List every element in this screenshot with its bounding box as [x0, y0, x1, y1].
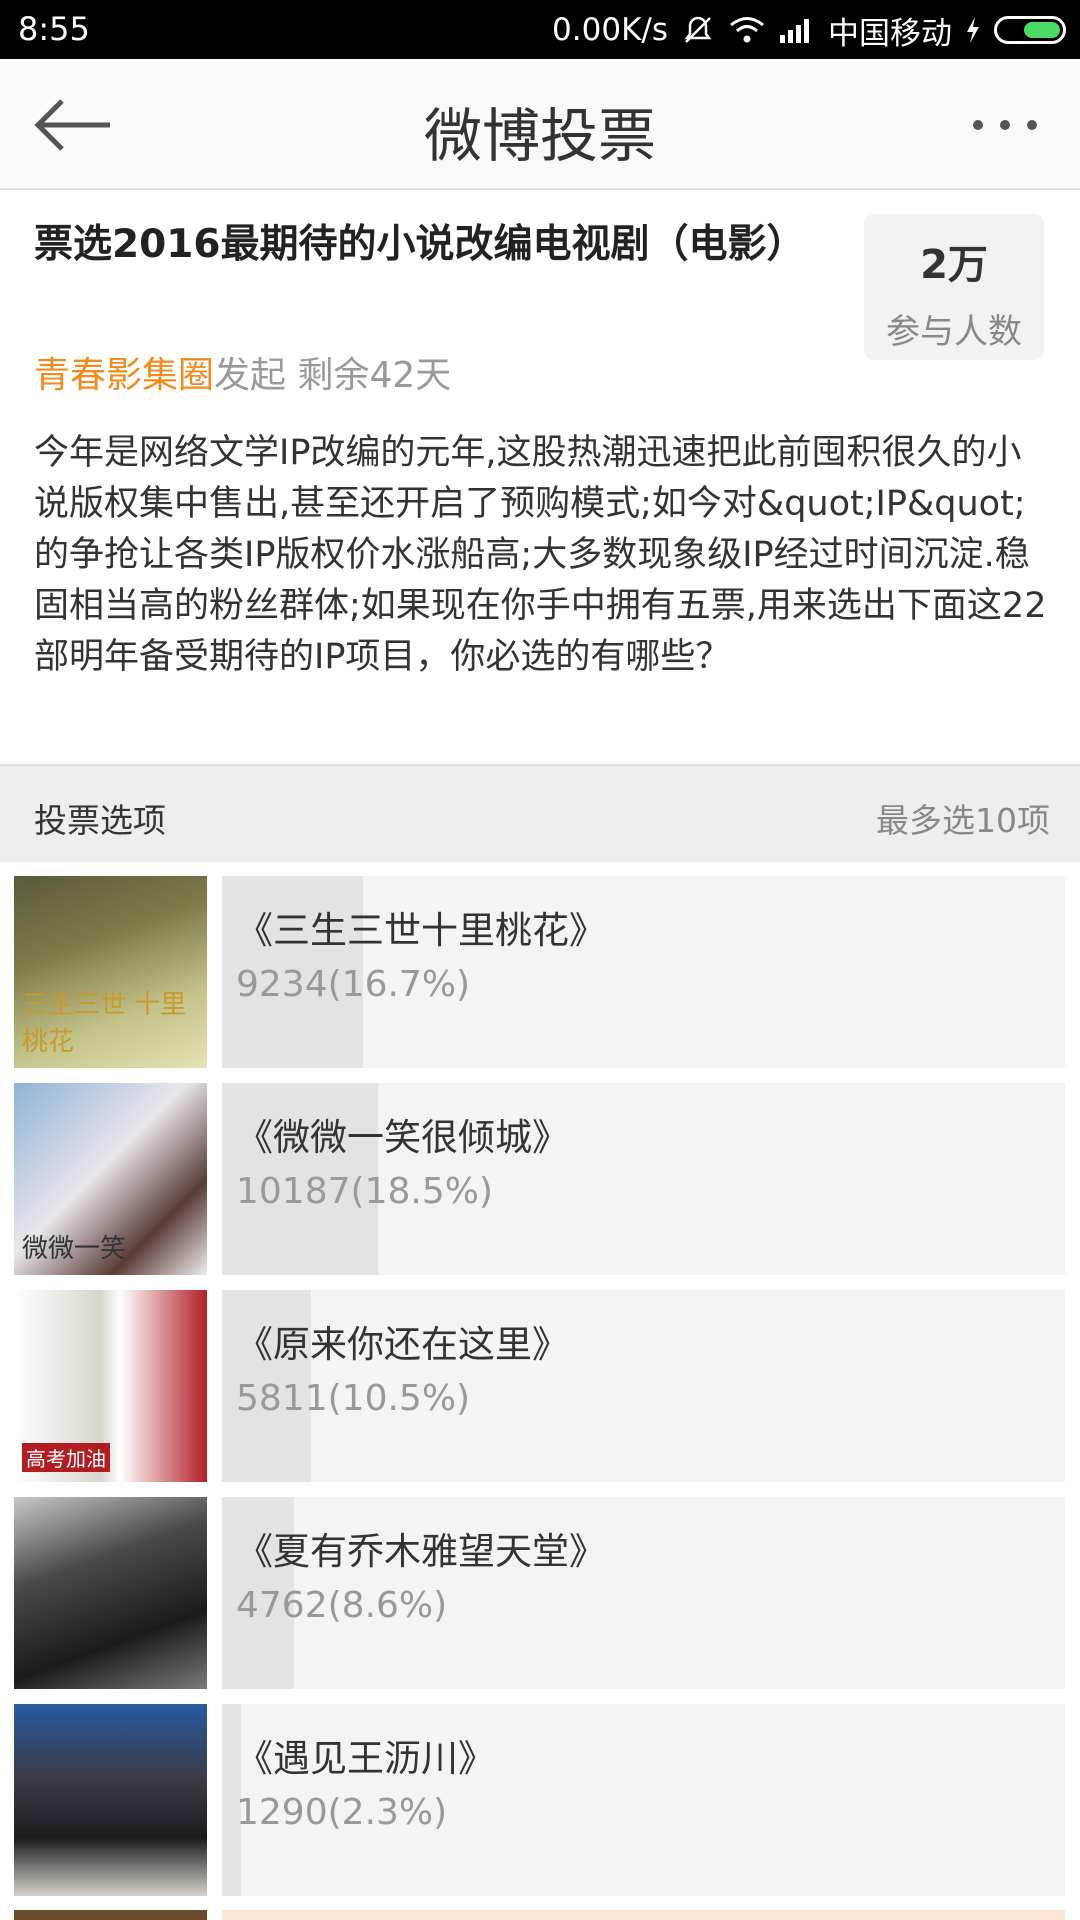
- option-thumbnail: 三生三世 十里桃花: [14, 876, 207, 1068]
- status-time: 8:55: [18, 10, 90, 48]
- participants-label: 参与人数: [886, 312, 1022, 352]
- network-speed: 0.00K/s: [552, 12, 668, 48]
- battery-icon: [994, 16, 1066, 44]
- option-thumbnail: 高考加油: [14, 1290, 207, 1482]
- participants-count: 2万: [920, 242, 988, 288]
- thumbnail-caption: 三生三世 十里桃花: [22, 990, 187, 1057]
- option-count: 10187(18.5%): [236, 1171, 493, 1212]
- wifi-icon: [728, 14, 766, 46]
- remaining-days: 剩余42天: [297, 355, 452, 396]
- option-item[interactable]: 《遇见王沥川》 1290(2.3%): [0, 1704, 1080, 1911]
- thumbnail-caption: 高考加油: [22, 1443, 110, 1472]
- option-name: 《夏有乔木雅望天堂》: [236, 1530, 606, 1573]
- options-header-label: 投票选项: [34, 801, 166, 840]
- more-button[interactable]: [960, 95, 1050, 155]
- page-title: 微博投票: [423, 102, 656, 170]
- option-name: 《原来你还在这里》: [236, 1323, 569, 1366]
- option-name: 《微微一笑很倾城》: [236, 1116, 569, 1159]
- options-list: 三生三世 十里桃花 《三生三世十里桃花》 9234(16.7%) 微微一笑 《微…: [0, 876, 1080, 1911]
- next-option-peek: [0, 1910, 1080, 1920]
- option-thumbnail: [14, 1704, 207, 1896]
- option-item[interactable]: 高考加油 《原来你还在这里》 5811(10.5%): [0, 1290, 1080, 1497]
- carrier-name: 中国移动: [828, 15, 952, 52]
- thumbnail-caption: 微微一笑: [22, 1234, 127, 1264]
- option-item[interactable]: 《夏有乔木雅望天堂》 4762(8.6%): [0, 1497, 1080, 1704]
- option-item[interactable]: 微微一笑 《微微一笑很倾城》 10187(18.5%): [0, 1083, 1080, 1290]
- initiated-label: 发起: [214, 355, 287, 396]
- option-count: 9234(16.7%): [236, 964, 471, 1005]
- nav-bar: 微博投票: [0, 59, 1080, 190]
- participants-box: 2万 参与人数: [864, 214, 1044, 360]
- options-limit: 最多选10项: [876, 801, 1050, 840]
- option-thumbnail: [14, 1497, 207, 1689]
- option-thumbnail: 微微一笑: [14, 1083, 207, 1275]
- option-name: 《三生三世十里桃花》: [236, 909, 606, 952]
- options-header: 投票选项 最多选10项: [0, 764, 1080, 862]
- poll-description: 今年是网络文学IP改编的元年,这股热潮迅速把此前囤积很久的小说版权集中售出,甚至…: [34, 433, 1047, 677]
- option-count: 1290(2.3%): [236, 1792, 448, 1833]
- poll-title: 票选2016最期待的小说改编电视剧（电影）: [34, 222, 806, 267]
- status-bar: 8:55 0.00K/s 中国移动: [0, 0, 1080, 59]
- option-item[interactable]: 三生三世 十里桃花 《三生三世十里桃花》 9234(16.7%): [0, 876, 1080, 1083]
- option-count: 5811(10.5%): [236, 1378, 471, 1419]
- option-count: 4762(8.6%): [236, 1585, 448, 1626]
- mute-icon: [680, 12, 716, 48]
- author-link[interactable]: 青春影集圈: [34, 355, 214, 396]
- signal-icon: [778, 15, 816, 45]
- status-right: 0.00K/s 中国移动: [552, 8, 1066, 52]
- charging-icon: [964, 15, 982, 45]
- more-dots-icon: [973, 120, 1037, 130]
- poll-meta: 青春影集圈发起 剩余42天: [34, 346, 451, 398]
- option-name: 《遇见王沥川》: [236, 1737, 495, 1780]
